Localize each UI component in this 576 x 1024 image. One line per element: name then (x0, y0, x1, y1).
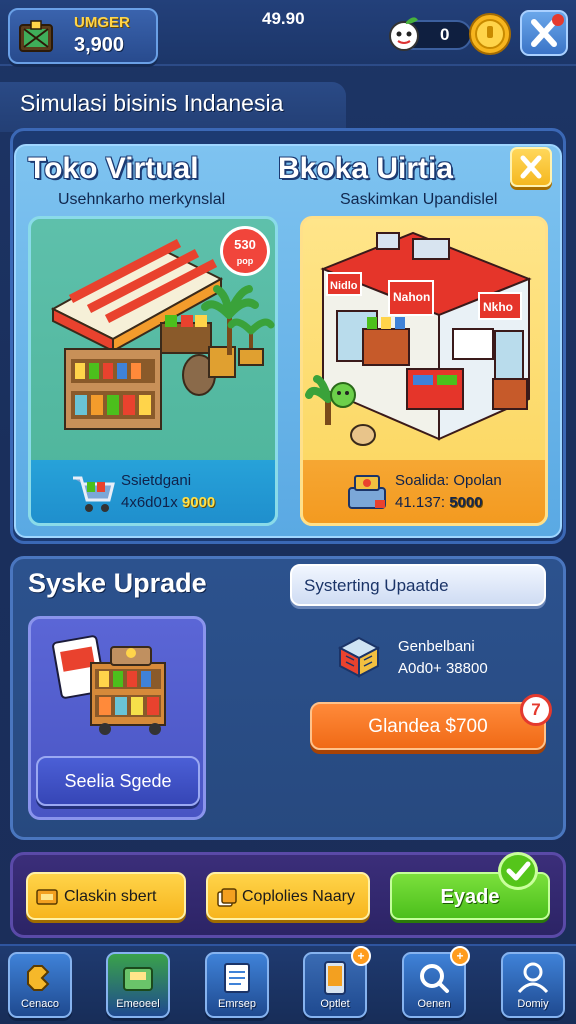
nav-item-6[interactable]: Domiy (501, 952, 565, 1018)
page-title: Simulasi bisinis Indanesia (20, 90, 284, 116)
cash-box-icon (123, 967, 153, 991)
sale-badge-number: 530 (234, 237, 256, 252)
sale-badge-text: pop (236, 256, 254, 266)
wallet-balance: 3,900 (74, 34, 125, 56)
nav-item-5[interactable]: Oenen + (402, 946, 470, 1018)
bottom-navigation (0, 944, 576, 1024)
gold-coin-icon[interactable] (468, 12, 512, 56)
shop-sign-c: Nkho (483, 300, 513, 314)
action-button-1[interactable]: Claskin sbert (26, 872, 186, 920)
shelf-cart-illustration (52, 635, 166, 735)
store-card-shop-footer[interactable]: Soalida: Opolan 41.137: 5000 (300, 460, 548, 526)
upgrade-system-field[interactable]: Systerting Upaatde (290, 564, 546, 606)
nav-item-label: Optlet (320, 998, 350, 1010)
shopping-cart-icon (73, 476, 115, 512)
store-title-right: Bkoka Uirtia (278, 152, 454, 185)
store-title-left: Toko Virtual (28, 152, 199, 185)
store-subtitle-right: Saskimkan Upandislel (340, 191, 498, 208)
nav-item-1[interactable]: Cenaco (8, 952, 72, 1018)
wallet-widget[interactable]: UMGER 3,900 (8, 8, 158, 64)
puzzle-icon (27, 965, 50, 991)
nav-item-label: Emrsep (218, 998, 256, 1010)
action-button-1-label: Claskin sbert (64, 888, 157, 905)
close-icon (520, 155, 542, 179)
stall-price-prefix: 4x6d01x (121, 494, 178, 511)
nav-item-label: Domiy (517, 998, 549, 1010)
action-button-2[interactable]: Coplolies Naary (206, 872, 370, 920)
nav-item-label: Emeoeel (116, 998, 160, 1010)
checkmark-badge (498, 852, 538, 890)
ticket-icon (36, 889, 58, 905)
nav-item-label: Cenaco (21, 998, 59, 1010)
close-icon (531, 14, 564, 47)
nav-notification-badge: + (351, 946, 371, 966)
upgrade-info-label: Genbelbani (398, 638, 475, 655)
cube-icon (337, 636, 381, 678)
upgrade-notification-badge: 7 (520, 694, 552, 726)
upgrade-purchase-button[interactable]: Glandea $700 (310, 702, 546, 750)
nav-item-2[interactable]: Emeoeel (106, 952, 170, 1018)
shop-building-illustration: Nidlo Nahon Nkho (305, 231, 532, 446)
nav-notification-badge: + (450, 946, 470, 966)
shop-sign-a: Nidlo (330, 280, 358, 292)
panel-close-button[interactable] (510, 147, 552, 187)
upgrade-info-value: A0d0+ 38800 (398, 660, 488, 677)
select-item-button[interactable]: Seelia Sgede (36, 756, 200, 806)
status-clock: 49.90 (262, 9, 305, 28)
phone-icon (324, 961, 346, 995)
nav-item-3[interactable]: Emrsep (205, 952, 269, 1018)
treasure-crate-icon (19, 20, 53, 52)
stall-price-value: 9000 (181, 494, 216, 511)
store-card-stall-footer[interactable]: Ssietdgani 4x6d01x 9000 (28, 460, 278, 526)
search-icon (420, 964, 449, 993)
shop-footer-label: Soalida: Opolan (395, 472, 502, 489)
close-button[interactable] (520, 10, 568, 56)
shop-sign-b: Nahon (393, 290, 430, 304)
store-subtitle-left: Usehnkarho merkynslal (58, 191, 226, 208)
shop-price-prefix: 41.137: (395, 494, 446, 511)
action-button-2-label: Coplolies Naary (242, 888, 355, 905)
upgrade-title: Syske Uprade (28, 568, 207, 598)
sale-badge: 530 pop (220, 226, 270, 276)
stall-footer-price: 4x6d01x 9000 (121, 494, 215, 511)
gem-count: 0 (440, 25, 450, 44)
stall-footer-label: Ssietdgani (121, 472, 192, 489)
copy-icon (217, 888, 237, 907)
mascot-icon (389, 17, 419, 51)
person-icon (517, 962, 549, 994)
nav-item-4[interactable]: Optlet + (303, 946, 371, 1018)
shop-footer-price: 41.137: 5000 (395, 494, 483, 511)
cash-register-icon (348, 475, 386, 509)
checkmark-icon (506, 861, 531, 881)
nav-item-label: Oenen (417, 998, 451, 1010)
shop-price-value: 5000 (449, 494, 483, 511)
document-stack-icon (224, 963, 250, 993)
wallet-label: UMGER (74, 14, 130, 31)
